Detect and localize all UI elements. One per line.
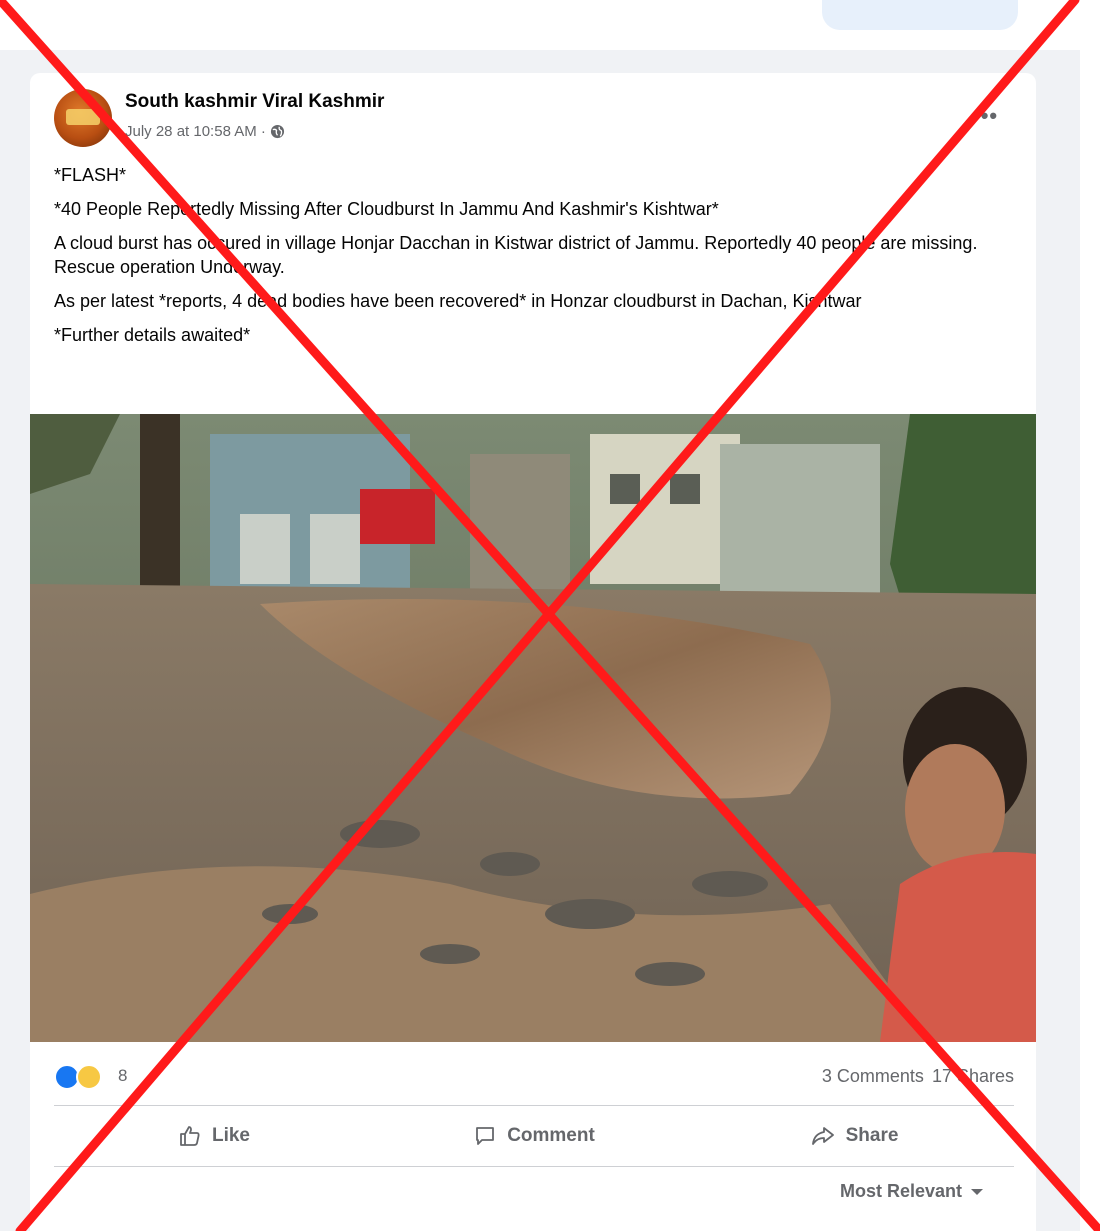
reaction-count: 8	[118, 1066, 128, 1085]
reaction-summary[interactable]: 8	[54, 1062, 127, 1090]
post-line: *Further details awaited*	[54, 325, 251, 345]
comment-button[interactable]: Comment	[374, 1107, 694, 1165]
post-actions: Like Comment Share	[54, 1107, 1014, 1165]
like-button[interactable]: Like	[54, 1107, 374, 1165]
post-line: *40 People Reportedly Missing After Clou…	[54, 199, 719, 219]
sort-label: Most Relevant	[840, 1181, 963, 1201]
post-photo[interactable]	[30, 414, 1036, 1042]
avatar-logo	[66, 109, 100, 125]
comment-sort-dropdown[interactable]: Most Relevant	[840, 1181, 984, 1202]
share-label: Share	[845, 1125, 899, 1146]
globe-icon	[270, 124, 284, 139]
post-line: A cloud burst has occured in village Hon…	[54, 233, 978, 277]
share-button[interactable]: Share	[694, 1107, 1014, 1165]
page-edge	[1080, 50, 1100, 1231]
post-body: *FLASH* *40 People Reportedly Missing Af…	[54, 163, 1014, 357]
chevron-down-icon	[971, 1188, 984, 1195]
avatar[interactable]	[54, 89, 112, 147]
post-author[interactable]: South kashmir Viral Kashmir	[125, 91, 384, 113]
sad-reaction-icon	[76, 1064, 102, 1090]
reactions-row: 8 3 Comments 17 Shares	[54, 1061, 1014, 1091]
facebook-post-card: South kashmir Viral Kashmir July 28 at 1…	[30, 73, 1036, 1231]
post-line: *FLASH*	[54, 165, 127, 185]
divider	[54, 1105, 1014, 1106]
share-icon	[811, 1127, 834, 1145]
reaction-icons	[54, 1062, 112, 1090]
thumbs-up-icon	[180, 1126, 200, 1146]
like-label: Like	[211, 1125, 251, 1146]
comment-label: Comment	[507, 1125, 595, 1146]
post-line: As per latest *reports, 4 dead bodies ha…	[54, 291, 862, 311]
engagement-counts: 3 Comments 17 Shares	[822, 1066, 1014, 1087]
more-options-icon[interactable]: •••	[972, 103, 998, 129]
comment-icon	[476, 1127, 495, 1145]
post-timestamp[interactable]: July 28 at 10:58 AM ·	[125, 123, 266, 140]
top-bar-fragment	[822, 0, 1018, 30]
shares-count[interactable]: 17 Shares	[932, 1066, 1014, 1087]
post-meta: July 28 at 10:58 AM ·	[125, 123, 285, 140]
divider	[54, 1166, 1014, 1167]
comments-count[interactable]: 3 Comments	[822, 1066, 924, 1087]
